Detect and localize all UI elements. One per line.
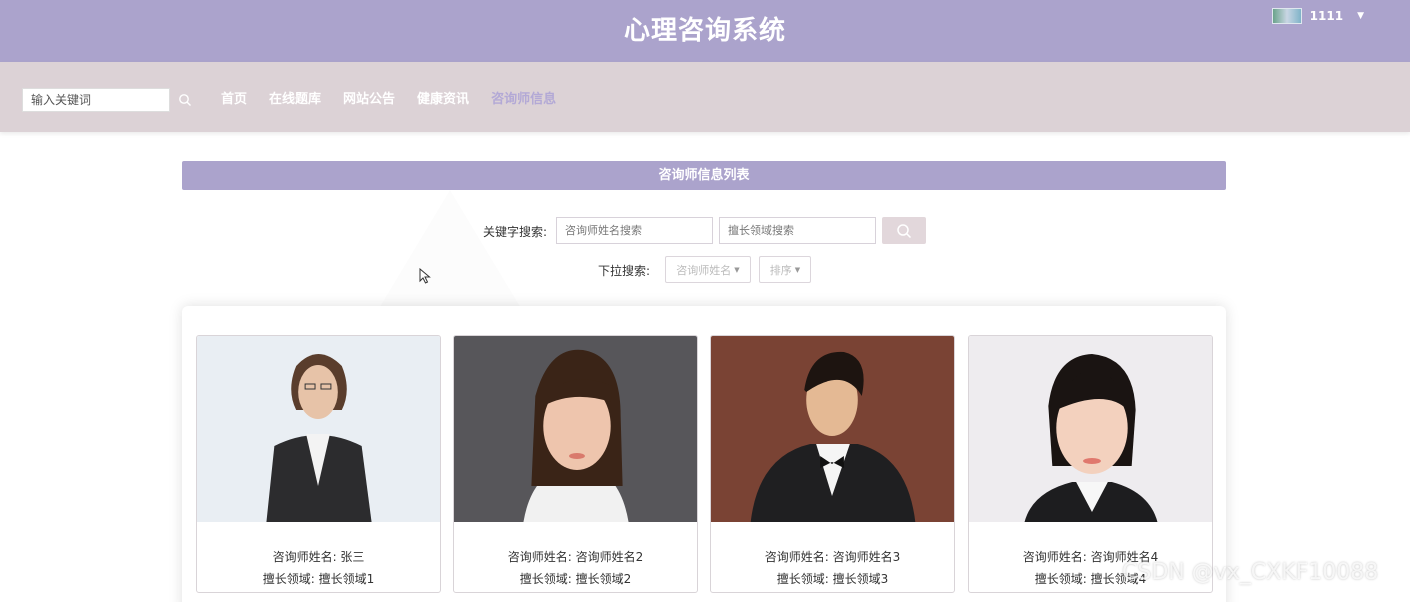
counselor-name-search-input[interactable]	[556, 217, 713, 244]
counselor-card[interactable]: 咨询师姓名: 咨询师姓名4 擅长领域: 擅长领域4	[968, 335, 1213, 593]
watermark: CSDN @vx_CXKF10088	[1122, 560, 1379, 585]
dropdown-search-label: 下拉搜索:	[598, 264, 651, 278]
counselor-card[interactable]: 咨询师姓名: 咨询师姓名2 擅长领域: 擅长领域2	[453, 335, 698, 593]
counselor-photo[interactable]	[711, 336, 954, 522]
username[interactable]: 1111	[1310, 9, 1343, 23]
nav-link-question-bank[interactable]: 在线题库	[269, 88, 321, 107]
specialty-search-input[interactable]	[719, 217, 876, 244]
section-title: 咨询师信息列表	[182, 161, 1226, 190]
counselor-card[interactable]: 咨询师姓名: 张三 擅长领域: 擅长领域1	[196, 335, 441, 593]
counselor-photo[interactable]	[454, 336, 697, 522]
chevron-down-icon[interactable]: ▼	[1357, 11, 1364, 21]
nav-link-home[interactable]: 首页	[221, 88, 247, 107]
counselor-photo[interactable]	[197, 336, 440, 522]
search-icon[interactable]	[178, 93, 192, 107]
nav-search-input[interactable]	[22, 88, 170, 112]
nav-bar: 首页 在线题库 网站公告 健康资讯 咨询师信息	[0, 62, 1410, 132]
chevron-down-icon: ▼	[734, 265, 740, 274]
counselor-photo[interactable]	[969, 336, 1212, 522]
nav-links: 首页 在线题库 网站公告 健康资讯 咨询师信息	[221, 88, 578, 107]
search-icon	[897, 223, 912, 238]
nav-link-counselor-info[interactable]: 咨询师信息	[491, 88, 556, 107]
user-menu[interactable]: 1111 ▼	[1271, 8, 1364, 24]
top-header: 心理咨询系统 1111 ▼	[0, 0, 1410, 62]
nav-link-announcements[interactable]: 网站公告	[343, 88, 395, 107]
counselor-specialty: 擅长领域: 擅长领域1	[262, 572, 375, 586]
search-button[interactable]	[882, 217, 926, 244]
nav-link-health-news[interactable]: 健康资讯	[417, 88, 469, 107]
keyword-search-label: 关键字搜索:	[483, 225, 548, 239]
counselor-name: 咨询师姓名: 咨询师姓名3	[764, 550, 901, 564]
counselor-specialty: 擅长领域: 擅长领域3	[776, 572, 889, 586]
counselor-card[interactable]: 咨询师姓名: 咨询师姓名3 擅长领域: 擅长领域3	[710, 335, 955, 593]
counselor-specialty: 擅长领域: 擅长领域2	[519, 572, 632, 586]
dropdown-name-label: 咨询师姓名	[676, 263, 732, 277]
chevron-down-icon: ▼	[794, 265, 801, 274]
sort-dropdown[interactable]: 排序 ▼	[759, 256, 811, 283]
dropdown-sort-label: 排序	[769, 263, 792, 277]
avatar[interactable]	[1271, 8, 1302, 24]
site-title: 心理咨询系统	[623, 16, 786, 46]
counselor-name: 咨询师姓名: 咨询师姓名2	[507, 550, 644, 564]
counselor-name: 咨询师姓名: 张三	[272, 550, 365, 564]
counselor-name-dropdown[interactable]: 咨询师姓名 ▼	[665, 256, 751, 283]
mouse-cursor-icon	[419, 268, 431, 284]
